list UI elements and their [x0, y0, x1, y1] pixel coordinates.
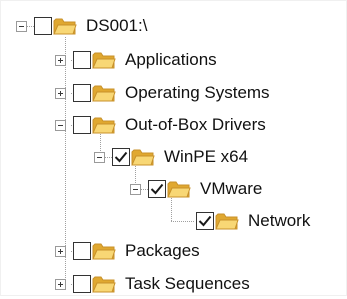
tree-node-task-sequences[interactable]: Task Sequences	[55, 269, 250, 299]
expand-icon[interactable]	[55, 245, 66, 257]
checkbox-checked[interactable]	[196, 212, 214, 230]
checkbox-unchecked[interactable]	[73, 84, 91, 102]
tree-node-vmware[interactable]: VMware	[130, 174, 262, 204]
node-label: VMware	[200, 179, 263, 198]
checkbox-unchecked[interactable]	[73, 51, 91, 69]
folder-icon	[131, 149, 155, 166]
collapse-icon[interactable]	[130, 183, 141, 195]
folder-icon	[215, 213, 239, 230]
collapse-icon[interactable]	[16, 20, 27, 32]
folder-icon	[92, 243, 116, 260]
checkmark-icon	[150, 183, 164, 195]
folder-icon	[92, 85, 116, 102]
node-label: WinPE x64	[164, 147, 249, 166]
node-label: DS001:\	[86, 16, 148, 35]
checkbox-unchecked[interactable]	[73, 116, 91, 134]
tree-node-ds001[interactable]: DS001:\	[16, 11, 147, 41]
tree-node-out-of-box-drivers[interactable]: Out-of-Box Drivers	[55, 110, 266, 140]
tree-node-network[interactable]: Network	[196, 206, 310, 236]
collapse-icon[interactable]	[55, 119, 66, 131]
folder-icon	[53, 18, 77, 35]
tree-node-operating-systems[interactable]: Operating Systems	[55, 78, 270, 108]
checkbox-unchecked[interactable]	[34, 17, 52, 35]
checkbox-checked[interactable]	[148, 180, 166, 198]
folder-icon	[92, 52, 116, 69]
folder-icon	[92, 276, 116, 293]
expand-icon[interactable]	[55, 87, 66, 99]
node-label: Packages	[125, 241, 200, 260]
node-label: Task Sequences	[125, 274, 250, 293]
checkbox-unchecked[interactable]	[73, 275, 91, 293]
tree-node-applications[interactable]: Applications	[55, 45, 217, 75]
tree-node-packages[interactable]: Packages	[55, 236, 200, 266]
expand-icon[interactable]	[55, 54, 66, 66]
node-label: Out-of-Box Drivers	[125, 115, 266, 134]
folder-icon	[92, 117, 116, 134]
folder-icon	[167, 181, 191, 198]
expand-icon[interactable]	[55, 278, 66, 290]
checkmark-icon	[114, 151, 128, 163]
checkmark-icon	[198, 215, 212, 227]
driver-folder-tree[interactable]: DS001:\ Applications Operating Systems O…	[0, 0, 347, 296]
collapse-icon[interactable]	[94, 151, 105, 163]
node-label: Operating Systems	[125, 83, 270, 102]
checkbox-checked[interactable]	[112, 148, 130, 166]
node-label: Applications	[125, 50, 217, 69]
checkbox-unchecked[interactable]	[73, 242, 91, 260]
tree-node-winpe-x64[interactable]: WinPE x64	[94, 142, 248, 172]
node-label: Network	[248, 211, 311, 230]
